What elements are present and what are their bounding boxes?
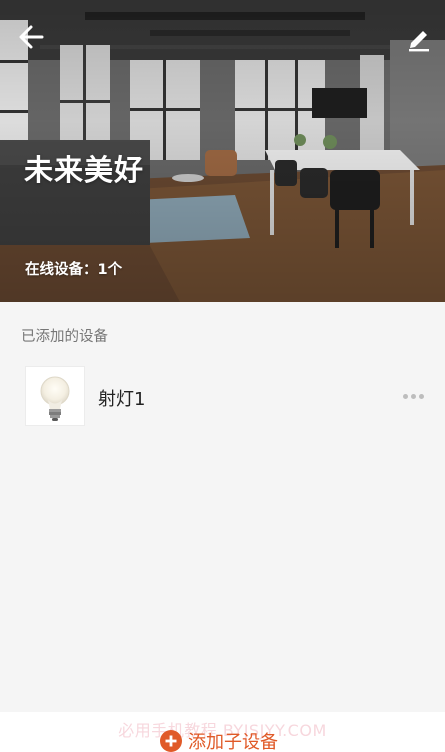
room-cover-image: 未来美好 在线设备：1个	[0, 0, 445, 302]
edit-room-button[interactable]	[404, 24, 434, 52]
add-sub-device-button[interactable]: 添加子设备	[160, 728, 278, 752]
devices-section-label: 已添加的设备	[21, 329, 108, 345]
more-dots-icon	[403, 394, 408, 399]
device-more-button[interactable]	[398, 385, 428, 407]
more-dots-icon	[419, 394, 424, 399]
arrow-left-icon	[19, 25, 44, 49]
device-thumbnail	[25, 366, 85, 426]
room-detail-screen: 未来美好 在线设备：1个 已添加的设备 射灯1 必用手机教程 BYJSJYY.C…	[0, 0, 445, 752]
light-bulb-icon	[40, 376, 70, 421]
pencil-icon	[409, 31, 429, 52]
back-button[interactable]	[14, 22, 48, 52]
room-title: 未来美好	[24, 153, 145, 187]
device-name: 射灯1	[98, 389, 146, 410]
plus-circle-icon	[160, 730, 182, 752]
more-dots-icon	[411, 394, 416, 399]
online-device-count: 在线设备：1个	[25, 262, 123, 278]
add-sub-device-label: 添加子设备	[188, 732, 278, 752]
device-row[interactable]: 射灯1	[0, 358, 445, 436]
